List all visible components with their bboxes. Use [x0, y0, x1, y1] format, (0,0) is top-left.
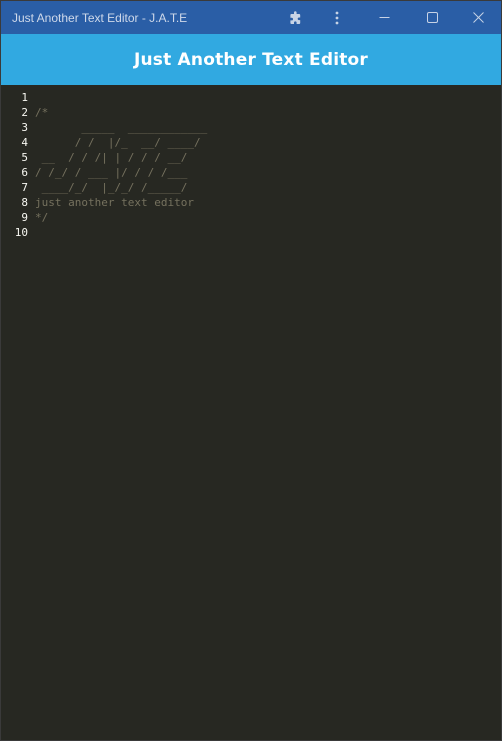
code-line[interactable]: _____ ____________ — [35, 120, 495, 135]
code-line[interactable]: just another text editor — [35, 195, 495, 210]
more-menu-icon[interactable] — [326, 1, 348, 34]
app-window: Just Another Text Editor - J.A.T.E Just … — [0, 0, 502, 741]
line-number: 8 — [21, 196, 28, 209]
line-number: 5 — [21, 151, 28, 164]
minimize-icon[interactable] — [373, 1, 395, 34]
line-number: 10 — [14, 226, 28, 239]
line-number-gutter: 1 2 3 4 5 6 7 8 9 10 — [1, 90, 30, 240]
title-bar[interactable]: Just Another Text Editor - J.A.T.E — [1, 1, 501, 34]
maximize-icon[interactable] — [421, 1, 443, 34]
code-line[interactable] — [35, 225, 495, 240]
code-line[interactable]: ____/_/ |_/_/ /_____/ — [35, 180, 495, 195]
line-number: 3 — [21, 121, 28, 134]
code-line[interactable]: */ — [35, 210, 495, 225]
code-line[interactable]: / / |/_ __/ ____/ — [35, 135, 495, 150]
line-number: 4 — [21, 136, 28, 149]
extensions-icon[interactable] — [285, 1, 307, 34]
code-line[interactable]: /* — [35, 105, 495, 120]
line-number: 1 — [21, 91, 28, 104]
code-editor[interactable]: 1 2 3 4 5 6 7 8 9 10 /* _____ __________… — [1, 85, 501, 740]
code-line[interactable]: / /_/ / ___ |/ / / /___ — [35, 165, 495, 180]
line-number: 2 — [21, 106, 28, 119]
close-icon[interactable] — [467, 1, 489, 34]
code-line[interactable]: __ / / /| | / / / __/ — [35, 150, 495, 165]
window-title: Just Another Text Editor - J.A.T.E — [12, 11, 188, 25]
code-content[interactable]: /* _____ ____________ / / |/_ __/ ____/ … — [35, 90, 495, 240]
line-number: 7 — [21, 181, 28, 194]
page-title: Just Another Text Editor — [133, 49, 369, 70]
code-line[interactable] — [35, 90, 495, 105]
line-number: 6 — [21, 166, 28, 179]
line-number: 9 — [21, 211, 28, 224]
app-header: Just Another Text Editor — [1, 34, 501, 85]
